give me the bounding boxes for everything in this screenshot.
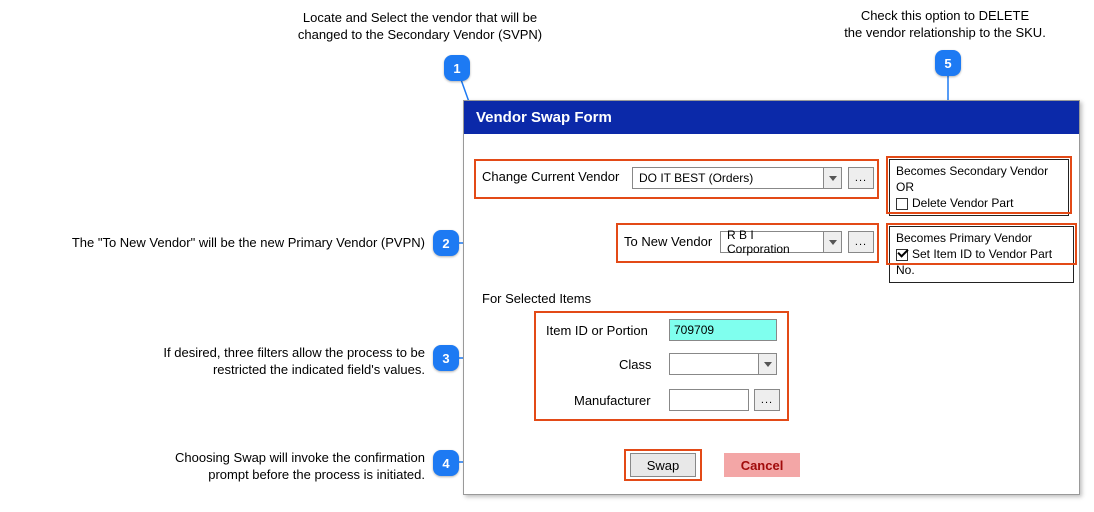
set-item-id-checkbox[interactable] [896, 249, 908, 261]
to-new-vendor-select[interactable]: R B I Corporation [720, 231, 842, 253]
chevron-down-icon[interactable] [758, 354, 776, 374]
for-selected-items-label: For Selected Items [482, 291, 591, 306]
swap-button[interactable]: Swap [630, 453, 696, 477]
callout-2-bubble: 2 [433, 230, 459, 256]
callout-4-bubble: 4 [433, 450, 459, 476]
vendor-swap-form-window: Vendor Swap Form Change Current Vendor D… [463, 100, 1080, 495]
callout-1-text: Locate and Select the vendor that will b… [245, 10, 595, 44]
delete-vendor-part-label: Delete Vendor Part [912, 196, 1013, 210]
class-select[interactable] [669, 353, 777, 375]
manufacturer-lookup-button[interactable]: ... [754, 389, 780, 411]
chevron-down-icon[interactable] [823, 168, 841, 188]
to-new-vendor-lookup-button[interactable]: ... [848, 231, 874, 253]
item-id-input[interactable] [669, 319, 777, 341]
cancel-button[interactable]: Cancel [724, 453, 800, 477]
change-current-vendor-value: DO IT BEST (Orders) [633, 168, 823, 188]
class-label: Class [619, 357, 652, 372]
callout-1-bubble: 1 [444, 55, 470, 81]
change-current-vendor-lookup-button[interactable]: ... [848, 167, 874, 189]
manufacturer-input[interactable] [669, 389, 749, 411]
callout-5-bubble: 5 [935, 50, 961, 76]
to-new-vendor-value: R B I Corporation [721, 232, 823, 252]
becomes-secondary-line2: OR [896, 179, 1062, 195]
callout-2-text: The "To New Vendor" will be the new Prim… [55, 235, 425, 252]
callout-3-bubble: 3 [433, 345, 459, 371]
window-title: Vendor Swap Form [464, 101, 1079, 134]
change-current-vendor-select[interactable]: DO IT BEST (Orders) [632, 167, 842, 189]
change-current-vendor-label: Change Current Vendor [482, 169, 619, 184]
set-item-id-label: Set Item ID to Vendor Part No. [896, 247, 1052, 277]
chevron-down-icon[interactable] [823, 232, 841, 252]
callout-5-text: Check this option to DELETEthe vendor re… [810, 8, 1080, 42]
becomes-primary-line1: Becomes Primary Vendor [896, 230, 1067, 246]
becomes-primary-info: Becomes Primary Vendor Set Item ID to Ve… [889, 226, 1074, 283]
delete-vendor-part-checkbox[interactable] [896, 198, 908, 210]
callout-4-text: Choosing Swap will invoke the confirmati… [105, 450, 425, 484]
to-new-vendor-label: To New Vendor [624, 234, 712, 249]
manufacturer-label: Manufacturer [574, 393, 651, 408]
becomes-secondary-line1: Becomes Secondary Vendor [896, 163, 1062, 179]
item-id-label: Item ID or Portion [546, 323, 648, 338]
callout-3-text: If desired, three filters allow the proc… [95, 345, 425, 379]
becomes-secondary-info: Becomes Secondary Vendor OR Delete Vendo… [889, 159, 1069, 216]
